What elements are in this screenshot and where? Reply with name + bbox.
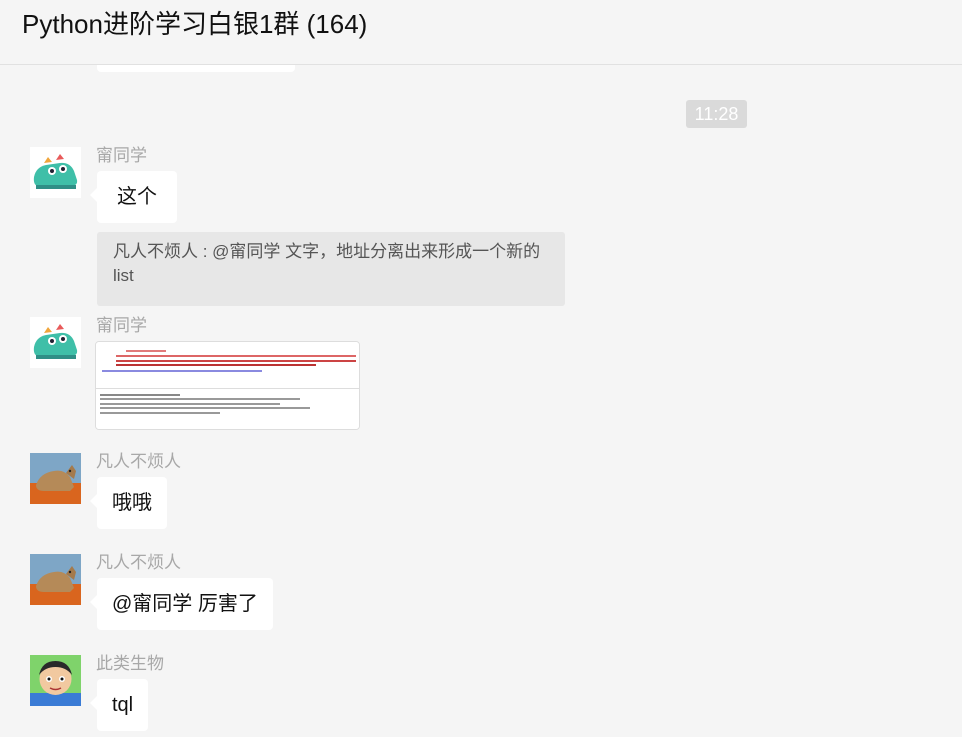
sender-name: 甯同学 xyxy=(96,316,147,335)
message-text: 这个 xyxy=(117,186,157,208)
chat-title: Python进阶学习白银1群 (164) xyxy=(22,9,368,39)
timestamp-badge: 11:28 xyxy=(686,100,747,128)
shoe-avatar-icon xyxy=(30,317,81,368)
message-bubble[interactable]: 哦哦 xyxy=(90,477,167,529)
wolf-avatar-icon xyxy=(30,453,81,504)
message-list[interactable]: 11:28 甯同学 这个 凡人不烦人 : @甯同学 文字，地址分离出来形成一个新… xyxy=(0,65,962,737)
avatar[interactable] xyxy=(30,453,81,504)
message-text: 哦哦 xyxy=(112,492,152,514)
message-text: @甯同学 厉害了 xyxy=(112,593,258,615)
shoe-avatar-icon xyxy=(30,147,81,198)
avatar[interactable] xyxy=(30,317,81,368)
sender-name: 甯同学 xyxy=(96,146,147,165)
chat-header: Python进阶学习白银1群 (164) xyxy=(0,0,962,65)
message-text: tql xyxy=(112,694,134,716)
sender-name: 凡人不烦人 xyxy=(96,452,181,471)
code-screenshot-image xyxy=(96,342,359,429)
previous-message-bubble[interactable] xyxy=(97,65,295,72)
avatar[interactable] xyxy=(30,554,81,605)
wolf-avatar-icon xyxy=(30,554,81,605)
message-bubble[interactable]: @甯同学 厉害了 xyxy=(90,578,273,630)
image-message[interactable] xyxy=(95,341,360,430)
message-bubble[interactable]: 这个 xyxy=(90,171,177,223)
avatar[interactable] xyxy=(30,147,81,198)
quoted-message[interactable]: 凡人不烦人 : @甯同学 文字，地址分离出来形成一个新的list xyxy=(97,232,565,306)
cartoon-face-avatar-icon xyxy=(30,655,81,706)
sender-name: 凡人不烦人 xyxy=(96,553,181,572)
message-bubble[interactable]: tql xyxy=(89,679,149,731)
avatar[interactable] xyxy=(30,655,81,706)
sender-name: 此类生物 xyxy=(96,654,164,673)
quote-text: 凡人不烦人 : @甯同学 文字，地址分离出来形成一个新的list xyxy=(113,242,541,285)
